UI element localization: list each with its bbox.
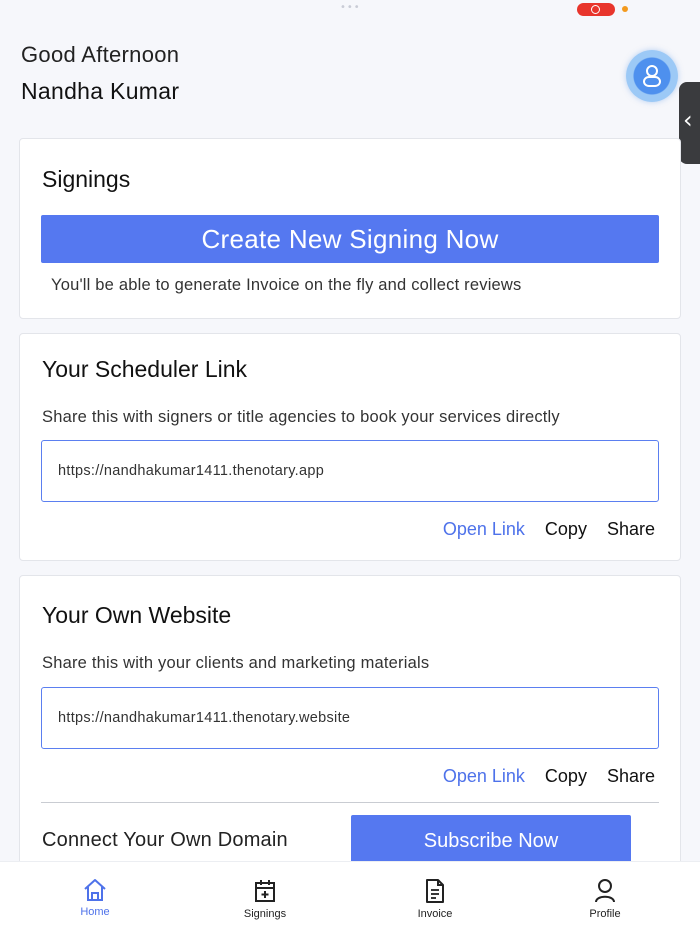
scheduler-link-actions: Open Link Copy Share — [443, 519, 655, 540]
app-screen: ••• Good Afternoon Nandha Kumar ‹ Signin… — [0, 0, 700, 934]
subscribe-now-button[interactable]: Subscribe Now — [351, 815, 631, 867]
tab-invoice[interactable]: Invoice — [390, 878, 480, 920]
website-share-button[interactable]: Share — [607, 766, 655, 787]
website-url-field[interactable]: https://nandhakumar1411.thenotary.websit… — [41, 687, 659, 749]
connect-domain-label: Connect Your Own Domain — [42, 829, 288, 851]
tab-profile[interactable]: Profile — [560, 878, 650, 920]
side-panel-handle[interactable]: ‹ — [679, 82, 700, 164]
avatar-button[interactable] — [626, 50, 678, 102]
status-bar: ••• — [0, 0, 700, 18]
greeting-text: Good Afternoon — [21, 42, 180, 67]
website-title: Your Own Website — [42, 602, 232, 628]
website-open-link-button[interactable]: Open Link — [443, 766, 525, 787]
scheduler-link-card: Your Scheduler Link Share this with sign… — [19, 333, 681, 561]
scheduler-share-button[interactable]: Share — [607, 519, 655, 540]
scheduler-open-link-button[interactable]: Open Link — [443, 519, 525, 540]
website-copy-button[interactable]: Copy — [545, 766, 587, 787]
signings-title: Signings — [42, 166, 131, 192]
microphone-indicator-icon — [622, 6, 628, 12]
signings-note: You'll be able to generate Invoice on th… — [51, 276, 522, 294]
scheduler-description: Share this with signers or title agencie… — [42, 408, 560, 426]
screen-recording-icon[interactable] — [577, 3, 615, 16]
document-icon — [426, 879, 444, 903]
website-link-actions: Open Link Copy Share — [443, 766, 655, 787]
user-icon — [643, 65, 661, 87]
create-signing-button[interactable]: Create New Signing Now — [41, 215, 659, 263]
website-card: Your Own Website Share this with your cl… — [19, 575, 681, 875]
website-description: Share this with your clients and marketi… — [42, 654, 430, 672]
calendar-add-icon — [255, 880, 275, 902]
website-divider — [41, 802, 659, 803]
signings-card: Signings Create New Signing Now You'll b… — [19, 138, 681, 319]
tab-profile-label: Profile — [589, 908, 621, 920]
person-icon — [595, 879, 615, 903]
scheduler-url-field[interactable]: https://nandhakumar1411.thenotary.app — [41, 440, 659, 502]
tab-invoice-label: Invoice — [417, 908, 453, 920]
chevron-left-icon: ‹ — [683, 106, 693, 134]
home-icon — [84, 879, 106, 901]
tab-home-label: Home — [80, 906, 110, 918]
multitasking-dots-icon: ••• — [340, 2, 361, 13]
bottom-tab-bar: Home Signings Invoice Profile — [0, 861, 700, 934]
tab-signings-label: Signings — [243, 908, 287, 920]
scheduler-title: Your Scheduler Link — [42, 356, 248, 382]
tab-signings[interactable]: Signings — [220, 878, 310, 920]
scheduler-copy-button[interactable]: Copy — [545, 519, 587, 540]
user-name: Nandha Kumar — [21, 78, 180, 104]
tab-home[interactable]: Home — [50, 878, 140, 918]
